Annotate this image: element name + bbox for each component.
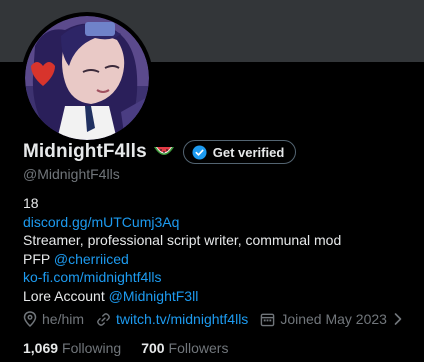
following-label: Following	[62, 340, 122, 356]
pfp-artist-link[interactable]: @cherriiced	[54, 251, 129, 267]
link-icon	[97, 312, 110, 326]
follow-stats: 1,069 Following 700 Followers	[23, 340, 248, 356]
pfp-prefix: PFP	[23, 250, 54, 267]
location-pin-icon	[23, 311, 37, 327]
pronouns-item: he/him	[23, 311, 84, 327]
handle: @MidnightF4lls	[23, 166, 120, 182]
get-verified-button[interactable]: Get verified	[182, 140, 297, 164]
kofi-link[interactable]: ko-fi.com/midnightf4lls	[23, 269, 162, 285]
display-name: MidnightF4lls	[23, 141, 147, 162]
verified-badge-icon	[192, 144, 207, 160]
joined-item: Joined May 2023	[260, 311, 409, 327]
calendar-icon	[261, 313, 275, 326]
followers-label: Followers	[168, 340, 229, 356]
avatar[interactable]	[21, 12, 153, 144]
bio-description: Streamer, professional script writer, co…	[23, 232, 342, 249]
website-link[interactable]: twitch.tv/midnightf4lls	[116, 311, 248, 327]
bio-age: 18	[23, 195, 39, 211]
name-row: MidnightF4lls Get verified	[23, 139, 297, 165]
avatar-image	[25, 16, 149, 140]
lore-account-link[interactable]: @MidnightF3ll	[109, 288, 199, 304]
bio: 18 discord.gg/mUTCumj3Aq Streamer, profe…	[23, 194, 413, 306]
following-count: 1,069	[23, 340, 59, 356]
profile-meta: he/him twitch.tv/midnightf4lls Joined Ma…	[23, 311, 424, 327]
watermelon-emoji-icon	[153, 147, 174, 155]
followers-count: 700	[141, 340, 165, 356]
chevron-right-icon[interactable]	[392, 312, 404, 326]
following-link[interactable]: 1,069 Following	[23, 340, 121, 356]
discord-link[interactable]: discord.gg/mUTCumj3Aq	[23, 214, 179, 230]
pronouns: he/him	[42, 311, 85, 327]
lore-prefix: Lore Account	[23, 287, 109, 304]
followers-link[interactable]: 700 Followers	[141, 340, 228, 356]
website-item: twitch.tv/midnightf4lls	[96, 311, 248, 327]
joined-date: Joined May 2023	[280, 311, 387, 327]
get-verified-label: Get verified	[212, 144, 285, 160]
